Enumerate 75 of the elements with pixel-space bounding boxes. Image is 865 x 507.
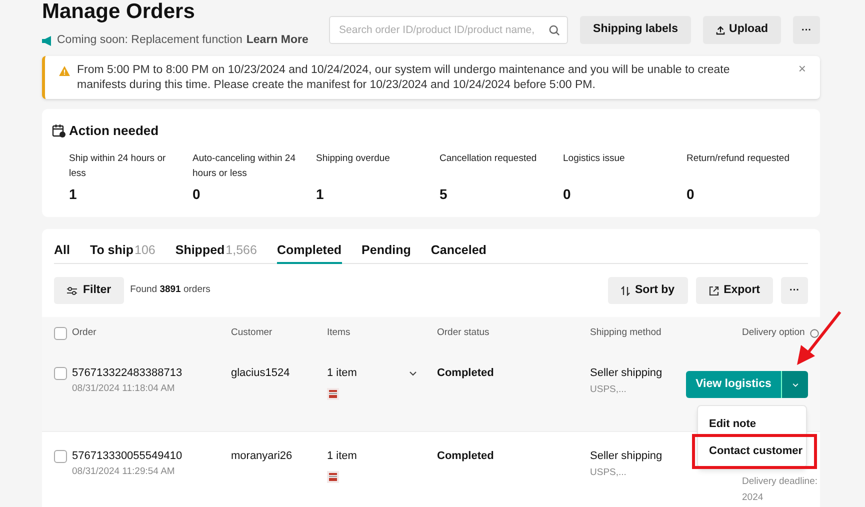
product-thumbnail-icon bbox=[327, 388, 339, 400]
metric-label: Auto-canceling within 24 hours or less bbox=[192, 152, 296, 180]
tab[interactable]: Pending bbox=[362, 241, 411, 264]
section-title: Action needed bbox=[69, 122, 159, 140]
menu-item[interactable]: Edit note bbox=[709, 418, 756, 431]
search-field[interactable]: Search order ID/product ID/product name, bbox=[329, 16, 568, 44]
results-count: Found 3891 orders bbox=[130, 283, 210, 298]
shipping-method: Seller shipping bbox=[590, 367, 662, 380]
view-logistics-button[interactable]: View logistics bbox=[686, 371, 781, 398]
metric-value: 0 bbox=[563, 184, 572, 204]
learn-more-link[interactable]: Learn More bbox=[246, 32, 308, 50]
chevron-down-icon[interactable] bbox=[409, 371, 417, 376]
chevron-down-icon bbox=[792, 382, 798, 386]
metric-value: 1 bbox=[316, 184, 325, 204]
product-thumbnail-icon bbox=[327, 471, 339, 483]
sort-icon bbox=[620, 286, 630, 296]
help-icon bbox=[810, 328, 819, 338]
banner-text: From 5:00 PM to 8:00 PM on 10/23/2024 and 10/24/2024, our system will undergo maintenance and you will be unable to create manifests during this time. Please create the manifest for 10/23/2024 and 10/24/2024 before 5:00 PM. bbox=[77, 63, 731, 93]
sliders-icon bbox=[67, 286, 77, 294]
more-button[interactable]: ··· bbox=[793, 16, 820, 44]
column-header: Order status bbox=[437, 326, 490, 340]
megaphone-icon bbox=[42, 36, 53, 46]
shipping-method: Seller shipping bbox=[590, 450, 662, 463]
menu-item[interactable]: Contact customer bbox=[692, 434, 817, 469]
delivery-year: 2024 bbox=[742, 491, 764, 506]
tab[interactable]: Canceled bbox=[430, 241, 486, 264]
checkbox[interactable] bbox=[54, 450, 67, 463]
checkbox[interactable] bbox=[54, 326, 67, 340]
column-header: Customer bbox=[231, 326, 272, 340]
metric-label: Return/refund requested bbox=[686, 152, 790, 166]
metric-label: Cancellation requested bbox=[440, 152, 538, 166]
close-button[interactable]: × bbox=[798, 63, 806, 75]
item-count: 1 item bbox=[327, 367, 357, 380]
filter-button[interactable]: Filter bbox=[54, 277, 124, 304]
order-date: 08/31/2024 11:18:04 AM bbox=[72, 382, 176, 396]
item-count: 1 item bbox=[327, 450, 357, 463]
carrier-text: USPS,... bbox=[590, 383, 626, 397]
more-button[interactable]: ··· bbox=[781, 277, 808, 304]
checkbox[interactable] bbox=[54, 367, 67, 380]
metric-value: 1 bbox=[69, 184, 78, 204]
customer-name: glacius1524 bbox=[231, 367, 290, 380]
carrier-text: USPS,... bbox=[590, 466, 626, 480]
warning-icon bbox=[59, 66, 70, 76]
shipping-labels-button[interactable]: Shipping labels bbox=[580, 16, 692, 44]
column-header: Items bbox=[327, 326, 350, 340]
order-id[interactable]: 576713330055549410 bbox=[72, 450, 182, 463]
order-status: Completed bbox=[437, 367, 494, 380]
search-icon bbox=[549, 25, 560, 36]
metric-label: Shipping overdue bbox=[316, 152, 391, 166]
notice-text: Coming soon: Replacement function bbox=[57, 33, 242, 48]
calendar-clock-icon bbox=[52, 124, 66, 138]
page-title: Manage Orders bbox=[42, 0, 196, 24]
order-date: 08/31/2024 11:29:54 AM bbox=[72, 465, 176, 479]
export-icon bbox=[708, 286, 719, 296]
metric-label: Ship within 24 hours or less bbox=[69, 152, 167, 180]
upload-button[interactable]: Upload bbox=[703, 16, 781, 44]
order-status: Completed bbox=[437, 450, 494, 463]
upload-icon bbox=[716, 26, 726, 34]
sort-button[interactable]: Sort by bbox=[608, 277, 688, 304]
tab[interactable]: To ship106 bbox=[90, 241, 156, 264]
metric-value: 5 bbox=[440, 184, 448, 204]
tab[interactable]: Completed bbox=[276, 241, 342, 264]
customer-name: moranyari26 bbox=[231, 450, 292, 463]
metric-value: 0 bbox=[192, 184, 202, 204]
order-id[interactable]: 576713322483388713 bbox=[72, 367, 182, 380]
export-button[interactable]: Export bbox=[696, 277, 773, 304]
tab[interactable]: All bbox=[54, 241, 70, 264]
column-header: Order bbox=[72, 326, 96, 340]
column-header: Delivery option bbox=[742, 326, 805, 340]
metric-value: 0 bbox=[686, 184, 696, 204]
tab[interactable]: Shipped1,566 bbox=[175, 241, 257, 264]
column-header: Shipping method bbox=[590, 326, 662, 340]
delivery-deadline: Delivery deadline: bbox=[742, 475, 818, 489]
dropdown-toggle-button[interactable] bbox=[781, 371, 808, 398]
metric-label: Logistics issue bbox=[563, 152, 626, 166]
